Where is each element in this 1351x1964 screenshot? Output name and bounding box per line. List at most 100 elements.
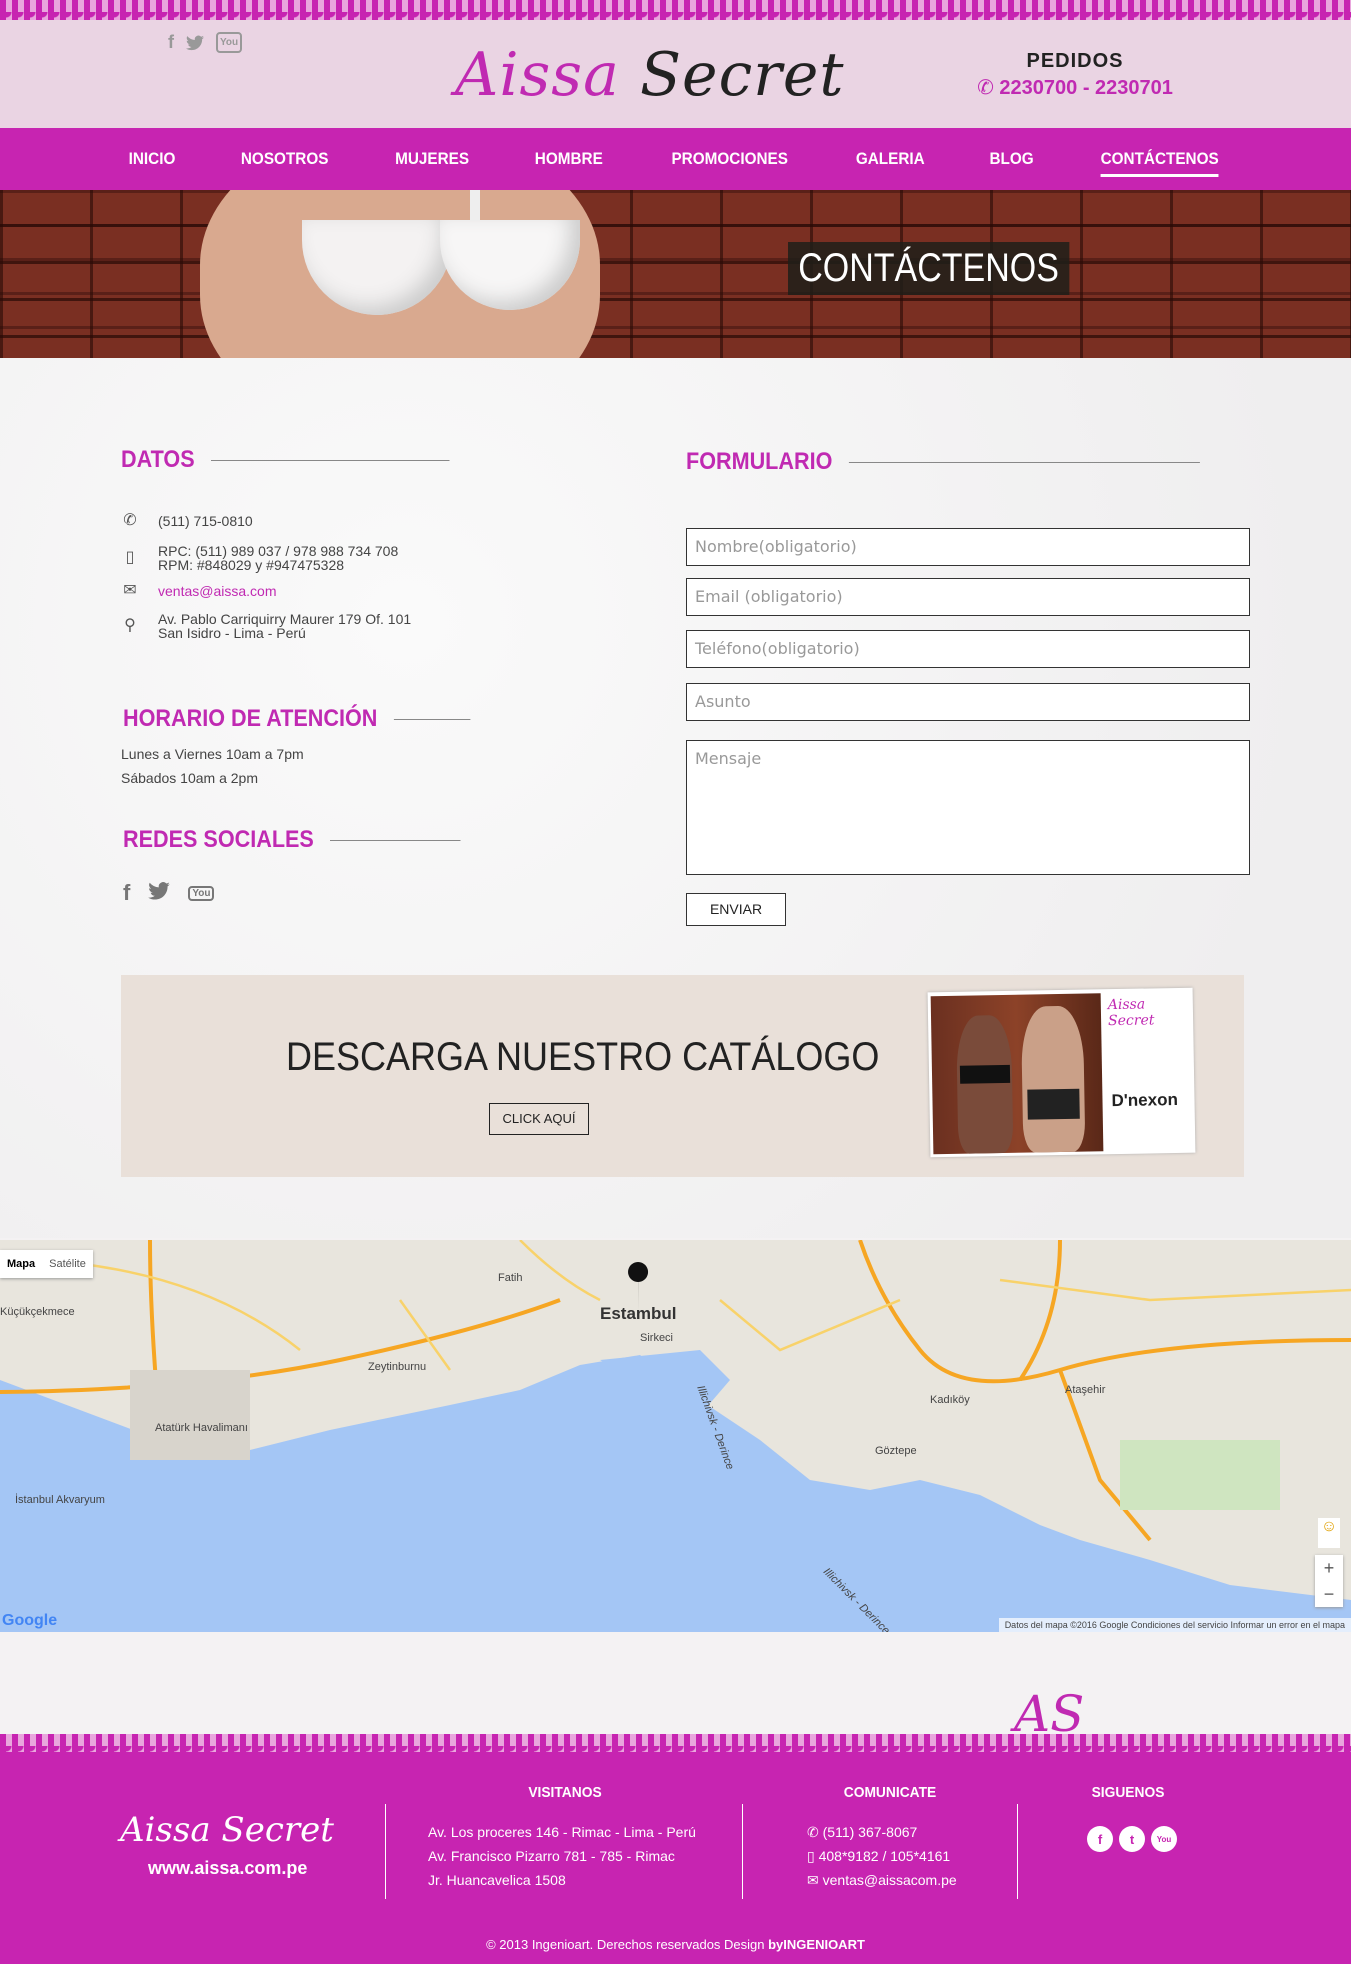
nav-nosotros[interactable]: NOSOTROS (215, 149, 355, 169)
map-type-control: Mapa Satélite (0, 1250, 93, 1278)
youtube-icon[interactable]: You (1151, 1826, 1177, 1852)
horario-line2: Sábados 10am a 2pm (121, 770, 258, 786)
phone-icon: ✆ (123, 512, 137, 529)
redes-title-text: REDES SOCIALES (123, 826, 314, 853)
google-logo[interactable]: Google (2, 1612, 57, 1630)
map-label-zeytinburnu: Zeytinburnu (368, 1361, 427, 1373)
siguenos-title: SIGUENOS (1091, 1784, 1165, 1801)
map-type-satellite[interactable]: Satélite (42, 1250, 93, 1278)
comunicate-title: COMUNICATE (843, 1784, 937, 1801)
form-title-text: FORMULARIO (686, 448, 833, 475)
google-map[interactable]: Fatih Estambul Sirkeci Küçükçekmece Zeyt… (0, 1240, 1351, 1632)
horario-title-line (393, 718, 471, 720)
nav-contactenos[interactable]: CONTÁCTENOS (1074, 149, 1244, 177)
pedidos-title: PEDIDOS (1026, 50, 1124, 72)
message-textarea[interactable]: Mensaje (686, 740, 1250, 875)
map-label-sirkeci: Sirkeci (640, 1332, 674, 1344)
horario-title-text: HORARIO DE ATENCIÓN (123, 705, 378, 732)
visitanos-address-2: Av. Francisco Pizarro 781 - 785 - Rimac (428, 1848, 675, 1864)
header-social-links: f You (168, 32, 243, 53)
mobile-icon: ▯ (125, 549, 135, 566)
zoom-control: + − (1315, 1555, 1343, 1607)
name-field[interactable]: Nombre(obligatorio) (686, 528, 1250, 566)
datos-phone: (511) 715-0810 (158, 513, 253, 529)
zoom-out-button[interactable]: − (1315, 1581, 1343, 1607)
catalog-download-button[interactable]: CLICK AQUÍ (489, 1103, 589, 1135)
nav-hombre[interactable]: HOMBRE (509, 149, 629, 169)
cover-model-man (1020, 1005, 1086, 1153)
datos-address: Av. Pablo Carriquirry Maurer 179 Of. 101… (158, 612, 411, 640)
main-nav: INICIO NOSOTROS MUJERES HOMBRE PROMOCION… (0, 128, 1351, 190)
copyright-designer[interactable]: byINGENIOART (768, 1937, 865, 1952)
street-view-pegman-icon[interactable]: ☺ (1318, 1518, 1340, 1548)
map-attribution[interactable]: Datos del mapa ©2016 Google Condiciones … (998, 1618, 1351, 1632)
facebook-icon[interactable]: f (1087, 1826, 1113, 1852)
datos-email-link[interactable]: ventas@aissa.com (158, 584, 276, 598)
datos-address-row: ⚲ Av. Pablo Carriquirry Maurer 179 Of. 1… (120, 612, 411, 640)
phone-field[interactable]: Teléfono(obligatorio) (686, 630, 1250, 668)
map-label-estambul: Estambul (600, 1304, 677, 1323)
catalog-cover-image[interactable]: Aissa Secret D'nexon (927, 987, 1196, 1158)
pedidos-phones: ✆ 2230700 - 2230701 (960, 75, 1190, 100)
datos-phone-row: ✆ (511) 715-0810 (120, 512, 253, 529)
zoom-in-button[interactable]: + (1315, 1555, 1343, 1581)
pedidos-phone-numbers: 2230700 - 2230701 (999, 77, 1173, 99)
contact-content: DATOS ✆ (511) 715-0810 ▯ RPC: (511) 989 … (0, 358, 1351, 1238)
phone-icon: ✆ (807, 1824, 819, 1840)
nav-blog[interactable]: BLOG (963, 149, 1059, 169)
nav-mujeres[interactable]: MUJERES (369, 149, 495, 169)
top-lace-border (0, 0, 1351, 20)
copyright-text: © 2013 Ingenioart. Derechos reservados D… (486, 1937, 769, 1952)
email-field[interactable]: Email (obligatorio) (686, 578, 1250, 616)
datos-rpm: RPM: #848029 y #947475328 (158, 557, 345, 573)
cover-brand-logo: Aissa Secret (1107, 996, 1155, 1030)
redes-title: REDES SOCIALES (123, 826, 461, 854)
nav-galeria[interactable]: GALERIA (830, 149, 951, 169)
map-type-map[interactable]: Mapa (0, 1250, 42, 1278)
footer-url[interactable]: www.aissa.com.pe (148, 1858, 307, 1879)
map-label-kucukcekmece: Küçükçekmece (0, 1306, 75, 1318)
nav-promociones[interactable]: PROMOCIONES (645, 149, 814, 169)
redes-title-line (330, 839, 461, 841)
submit-button[interactable]: ENVIAR (686, 893, 786, 926)
facebook-icon[interactable]: f (123, 880, 130, 906)
map-label-akvaryum: İstanbul Akvaryum (15, 1494, 105, 1506)
site-logo[interactable]: Aissa Secret (455, 40, 844, 110)
comunicate-mobile: 408*9182 / 105*4161 (818, 1848, 951, 1864)
form-title: FORMULARIO (686, 448, 1200, 476)
youtube-icon[interactable]: You (188, 885, 215, 901)
footer-logo[interactable]: Aissa Secret (120, 1810, 334, 1850)
pedidos-box: PEDIDOS ✆ 2230700 - 2230701 (960, 50, 1190, 100)
youtube-icon[interactable]: You (216, 32, 243, 53)
map-canvas (0, 1240, 1351, 1632)
cover-boxers (1027, 1088, 1080, 1120)
form-title-line (848, 461, 1200, 463)
hero-title: CONTÁCTENOS (788, 242, 1070, 295)
catalog-title: DESCARGA NUESTRO CATÁLOGO (286, 1035, 880, 1079)
facebook-icon[interactable]: f (168, 32, 174, 53)
comunicate-email[interactable]: ventas@aissacom.pe (823, 1872, 957, 1888)
envelope-icon: ✉ (123, 582, 137, 599)
nav-inicio[interactable]: INICIO (102, 149, 201, 169)
footer-divider-3 (1017, 1804, 1018, 1899)
comunicate-phone: (511) 367-8067 (822, 1824, 918, 1840)
footer-social-links: f t You (1087, 1826, 1183, 1852)
cover-dnexon-logo: D'nexon (1111, 1089, 1179, 1111)
twitter-icon[interactable] (148, 881, 171, 905)
visitanos-address-3: Jr. Huancavelica 1508 (428, 1872, 566, 1888)
twitter-icon[interactable]: t (1119, 1826, 1145, 1852)
datos-title-line (210, 459, 450, 461)
envelope-icon: ✉ (807, 1872, 819, 1888)
cover-lingerie (959, 1064, 1011, 1084)
catalog-banner: DESCARGA NUESTRO CATÁLOGO CLICK AQUÍ Ais… (121, 975, 1244, 1177)
twitter-icon[interactable] (186, 32, 204, 53)
comunicate-phone-row: ✆ (511) 367-8067 (807, 1824, 917, 1841)
datos-address-line2: San Isidro - Lima - Perú (158, 625, 306, 641)
redes-social-links: f You (123, 880, 215, 906)
map-label-atasehir: Ataşehir (1065, 1384, 1106, 1396)
subject-field[interactable]: Asunto (686, 683, 1250, 721)
footer: Aissa Secret www.aissa.com.pe VISITANOS … (0, 1752, 1351, 1964)
comunicate-email-row: ✉ ventas@aissacom.pe (807, 1872, 957, 1889)
datos-email-row: ✉ ventas@aissa.com (120, 582, 276, 599)
map-pin-icon: ⚲ (124, 617, 136, 634)
